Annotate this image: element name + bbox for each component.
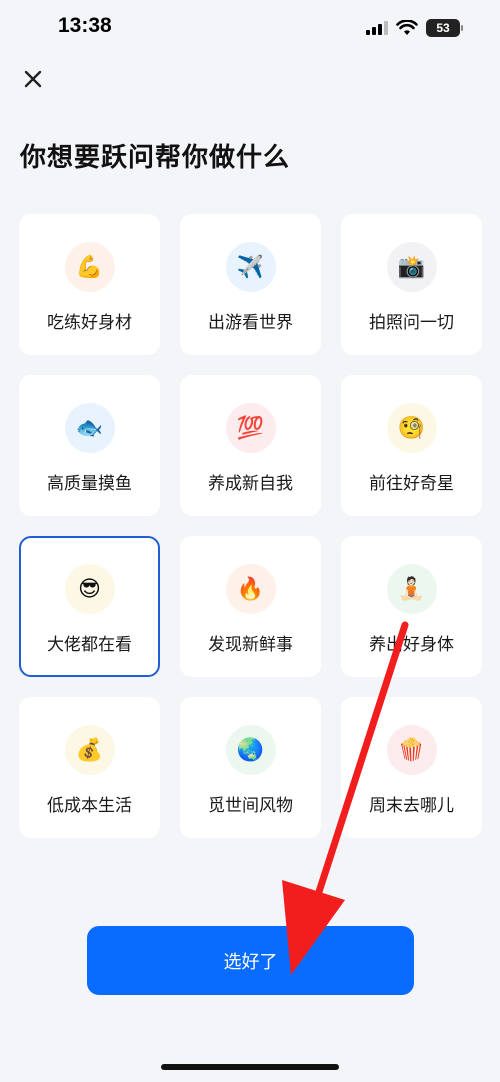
option-card[interactable]: 💯 养成新自我 bbox=[180, 375, 321, 516]
fire-icon: 🔥 bbox=[225, 564, 276, 614]
globe-icon: 🌏 bbox=[225, 725, 276, 775]
option-label: 周末去哪儿 bbox=[369, 796, 454, 816]
status-bar: 13:38 53 bbox=[0, 0, 500, 60]
page-title: 你想要跃问帮你做什么 bbox=[20, 143, 291, 173]
status-icons: 53 bbox=[366, 19, 463, 37]
money-bag-icon: 💰 bbox=[64, 725, 115, 775]
option-label: 前往好奇星 bbox=[369, 474, 454, 494]
option-card[interactable]: 🧐 前往好奇星 bbox=[341, 375, 482, 516]
fish-icon: 🐟 bbox=[64, 403, 115, 453]
option-label: 大佬都在看 bbox=[47, 635, 132, 655]
home-indicator bbox=[161, 1064, 339, 1070]
option-card[interactable]: 😎 大佬都在看 bbox=[19, 536, 160, 677]
option-card[interactable]: 🌏 觅世间风物 bbox=[180, 697, 321, 838]
option-label: 觅世间风物 bbox=[208, 796, 293, 816]
option-label: 养成新自我 bbox=[208, 474, 293, 494]
option-card[interactable]: 🔥 发现新鲜事 bbox=[180, 536, 321, 677]
option-label: 发现新鲜事 bbox=[208, 635, 293, 655]
option-card[interactable]: 🍿 周末去哪儿 bbox=[341, 697, 482, 838]
option-card[interactable]: 🐟 高质量摸鱼 bbox=[19, 375, 160, 516]
meditation-icon: 🧘🏻 bbox=[386, 564, 437, 614]
option-label: 高质量摸鱼 bbox=[47, 474, 132, 494]
confirm-button[interactable]: 选好了 bbox=[87, 926, 414, 995]
camera-flash-icon: 📸 bbox=[386, 242, 437, 292]
option-label: 拍照问一切 bbox=[369, 313, 454, 333]
option-label: 养出好身体 bbox=[369, 635, 454, 655]
cellular-signal-icon bbox=[366, 21, 388, 35]
flexed-biceps-icon: 💪 bbox=[64, 242, 115, 292]
interest-option-grid: 💪 吃练好身材 ✈️ 出游看世界 📸 拍照问一切 🐟 高质量摸鱼 💯 养成新自我 🧐 前往好奇星 😎 大佬… bbox=[19, 214, 482, 838]
battery-icon: 53 bbox=[426, 19, 463, 37]
option-card[interactable]: 📸 拍照问一切 bbox=[341, 214, 482, 355]
airplane-icon: ✈️ bbox=[225, 242, 276, 292]
option-label: 低成本生活 bbox=[47, 796, 132, 816]
option-card[interactable]: 🧘🏻 养出好身体 bbox=[341, 536, 482, 677]
option-label: 出游看世界 bbox=[208, 313, 293, 333]
monocle-face-icon: 🧐 bbox=[386, 403, 437, 453]
popcorn-icon: 🍿 bbox=[386, 725, 437, 775]
option-card[interactable]: 💰 低成本生活 bbox=[19, 697, 160, 838]
close-button[interactable] bbox=[20, 66, 46, 92]
wifi-icon bbox=[396, 20, 418, 35]
option-card[interactable]: ✈️ 出游看世界 bbox=[180, 214, 321, 355]
option-card[interactable]: 💪 吃练好身材 bbox=[19, 214, 160, 355]
sunglasses-face-icon: 😎 bbox=[64, 564, 115, 614]
close-icon bbox=[24, 70, 42, 88]
hundred-points-icon: 💯 bbox=[225, 403, 276, 453]
status-time: 13:38 bbox=[58, 14, 112, 37]
option-label: 吃练好身材 bbox=[47, 313, 132, 333]
